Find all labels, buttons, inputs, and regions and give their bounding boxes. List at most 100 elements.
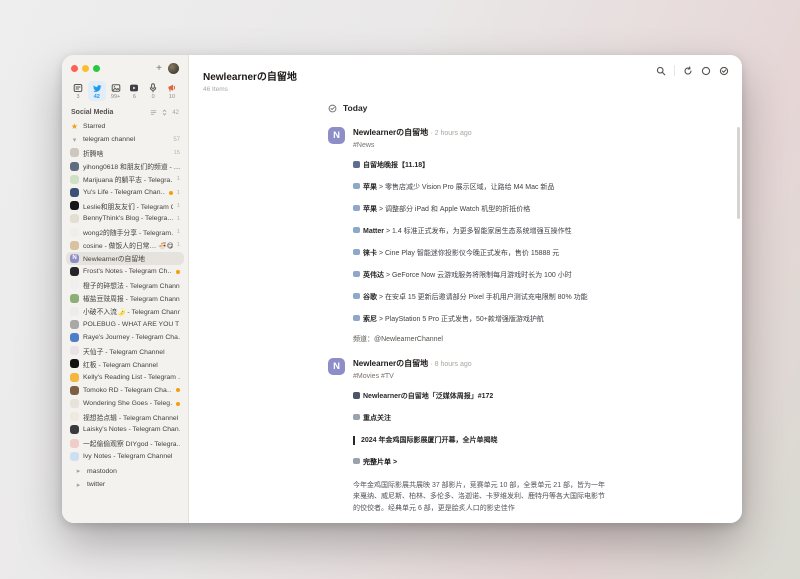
line-heading: 重点关注 bbox=[363, 415, 391, 422]
category-tab-count: 99+ bbox=[111, 94, 120, 100]
channel-items: 折腾啥 15 yihong0618 和朋友们的频道 - … Marijuana … bbox=[66, 146, 184, 463]
sidebar-item-channel[interactable]: 天仙子 - Telegram Channel bbox=[66, 344, 184, 357]
scrollbar[interactable] bbox=[737, 127, 740, 219]
sidebar-item-channel[interactable]: 红板 - Telegram Channel bbox=[66, 357, 184, 370]
sidebar-group-collapsed[interactable]: ▸ mastodon bbox=[70, 465, 180, 478]
sidebar-item-channel[interactable]: Yu's Life - Telegram Chan… 1 bbox=[66, 186, 184, 199]
category-tab[interactable]: 10 bbox=[163, 81, 181, 101]
sidebar-item-channel[interactable]: wong2的随手分享 - Telegram… 1 bbox=[66, 226, 184, 239]
sidebar-item-channel[interactable]: 一起偷偷观察 DIYgod - Telegra… bbox=[66, 437, 184, 450]
sidebar-item-channel[interactable]: Marijuana 的躺平志 - Telegra… 1 bbox=[66, 173, 184, 186]
channel-label: 红板 - Telegram Channel bbox=[83, 359, 180, 369]
sidebar-item-channel[interactable]: Wondering She Goes - Teleg… bbox=[66, 397, 184, 410]
channel-label: Leslie和朋友友们 - Telegram Ch… bbox=[83, 201, 173, 211]
bullet-icon bbox=[353, 183, 360, 190]
sidebar-item-channel[interactable]: Raye's Journey - Telegram Cha… bbox=[66, 331, 184, 344]
star-icon: ★ bbox=[70, 123, 79, 131]
sidebar-titlebar: + bbox=[62, 55, 188, 76]
mark-all-read-icon[interactable] bbox=[719, 66, 729, 76]
collapsed-groups: ▸ mastodon ▸ twitter bbox=[66, 463, 184, 499]
sidebar-item-channel[interactable]: 折腾啥 15 bbox=[66, 146, 184, 159]
category-tab[interactable]: 99+ bbox=[107, 81, 125, 101]
bullet-icon bbox=[353, 414, 360, 421]
line-heading: 苹果 bbox=[363, 184, 377, 191]
feed-item-count: 46 Items bbox=[203, 86, 728, 93]
social-media-icon bbox=[92, 83, 102, 93]
post-author[interactable]: Newlearnerの自留地 bbox=[353, 359, 428, 368]
chevron-right-icon: ▸ bbox=[74, 467, 83, 475]
channel-avatar bbox=[70, 214, 79, 223]
channel-label: cosine - 做饭人的日常… 🍜😋 bbox=[83, 240, 173, 250]
sidebar-item-channel[interactable]: N Newlearnerの自留地 bbox=[66, 252, 184, 265]
sidebar-item-starred[interactable]: ★ Starred bbox=[66, 120, 184, 133]
category-tab-count: 0 bbox=[152, 94, 155, 100]
channel-avatar bbox=[70, 162, 79, 171]
sidebar-item-channel[interactable]: Frost's Notes - Telegram Ch… bbox=[66, 265, 184, 278]
line-text: > Cine Play 智能迷你投影仪今晚正式发布，售价 15888 元 bbox=[377, 250, 559, 257]
search-icon[interactable] bbox=[656, 66, 666, 76]
chevron-down-icon: ▾ bbox=[70, 136, 79, 144]
channel-avatar bbox=[70, 307, 79, 316]
videos-icon bbox=[129, 83, 139, 93]
sidebar-item-channel[interactable]: 椒盐豆豉周报 - Telegram Chann… bbox=[66, 291, 184, 304]
post-line: 自留地晚报【11.18】 bbox=[353, 161, 712, 170]
sidebar-item-channel[interactable]: yihong0618 和朋友们的频道 - … bbox=[66, 160, 184, 173]
line-heading: Matter bbox=[363, 228, 384, 235]
channel-label: Laisky's Notes - Telegram Chan… bbox=[83, 426, 180, 433]
category-tab[interactable]: 42 bbox=[88, 81, 106, 101]
sidebar-item-channel[interactable]: 小破不入流🌛 - Telegram Chann… bbox=[66, 305, 184, 318]
category-tab[interactable]: 6 bbox=[125, 81, 143, 101]
new-folder-icon[interactable] bbox=[150, 109, 157, 116]
sidebar-item-channel[interactable]: 橙子的碎想法 - Telegram Chann… bbox=[66, 278, 184, 291]
category-tab[interactable]: 3 bbox=[69, 81, 87, 101]
channel-unread-count: 1 bbox=[177, 176, 180, 182]
add-feed-button[interactable]: + bbox=[156, 64, 162, 74]
close-window-button[interactable] bbox=[71, 65, 78, 72]
sidebar-group-telegram-channel[interactable]: ▾ telegram channel 57 bbox=[66, 133, 184, 146]
post-tags[interactable]: #News bbox=[353, 142, 712, 149]
post-line: 苹果 > 调整部分 iPad 和 Apple Watch 机型的折抵价格 bbox=[353, 205, 712, 214]
sidebar-item-channel[interactable]: Ivy Notes - Telegram Channel bbox=[66, 450, 184, 463]
zoom-window-button[interactable] bbox=[93, 65, 100, 72]
post-footer-channel[interactable]: 频道：@NewlearnerChannel bbox=[353, 334, 712, 344]
sidebar-item-channel[interactable]: Laisky's Notes - Telegram Chan… bbox=[66, 423, 184, 436]
channel-avatar bbox=[70, 452, 79, 461]
refresh-icon[interactable] bbox=[683, 66, 693, 76]
post-tags[interactable]: #Movies #TV bbox=[353, 373, 712, 380]
sidebar-item-channel[interactable]: BennyThink's Blog - Telegra… 1 bbox=[66, 212, 184, 225]
line-text: > 调整部分 iPad 和 Apple Watch 机型的折抵价格 bbox=[377, 206, 530, 213]
group-unread-count: 57 bbox=[173, 137, 180, 143]
feed-post[interactable]: N Newlearnerの自留地 8 hours ago #Movies #TV… bbox=[328, 358, 712, 523]
unread-filter-icon[interactable] bbox=[701, 66, 711, 76]
channel-avatar bbox=[70, 175, 79, 184]
sidebar-item-channel[interactable]: 视想拾点辑 - Telegram Channel bbox=[66, 410, 184, 423]
sidebar-item-channel[interactable]: Leslie和朋友友们 - Telegram Ch… 1 bbox=[66, 199, 184, 212]
user-avatar[interactable] bbox=[168, 63, 179, 74]
toolbar-divider bbox=[674, 65, 675, 76]
line-heading: 2024 年金鸡国际影展厦门开幕，全片单揭晓 bbox=[361, 437, 498, 444]
collapse-all-icon[interactable] bbox=[161, 109, 168, 116]
post-line: 完整片单 > bbox=[353, 458, 712, 467]
minimize-window-button[interactable] bbox=[82, 65, 89, 72]
channel-unread-count: 1 bbox=[177, 190, 180, 196]
sidebar-item-channel[interactable]: Tomoko RD - Telegram Cha… bbox=[66, 384, 184, 397]
channel-avatar bbox=[70, 333, 79, 342]
channel-unread-count: 1 bbox=[177, 242, 180, 248]
line-link[interactable]: 完整片单 > bbox=[363, 459, 397, 466]
sidebar-group-collapsed[interactable]: ▸ twitter bbox=[70, 478, 180, 491]
check-circle-icon[interactable] bbox=[328, 104, 337, 113]
channel-label: Raye's Journey - Telegram Cha… bbox=[83, 334, 180, 341]
channel-unread-count: 1 bbox=[177, 203, 180, 209]
sidebar-item-channel[interactable]: Kelly's Reading List - Telegram … bbox=[66, 371, 184, 384]
sidebar-item-channel[interactable]: POLEBUG - WHAT ARE YOU T… bbox=[66, 318, 184, 331]
feed-post[interactable]: N Newlearnerの自留地 2 hours ago #News 自留地晚报… bbox=[328, 127, 712, 344]
post-avatar: N bbox=[328, 127, 345, 144]
channel-label: 视想拾点辑 - Telegram Channel bbox=[83, 412, 180, 422]
feed-scroll-area[interactable]: Today N Newlearnerの自留地 2 hours ago #News bbox=[189, 95, 742, 523]
notifications-icon bbox=[167, 83, 177, 93]
category-tab[interactable]: 0 bbox=[144, 81, 162, 101]
line-heading: Newlearnerの自留地「泛媒体周报」#172 bbox=[363, 393, 493, 400]
post-author[interactable]: Newlearnerの自留地 bbox=[353, 128, 428, 137]
sidebar-item-channel[interactable]: cosine - 做饭人的日常… 🍜😋 1 bbox=[66, 239, 184, 252]
unread-dot bbox=[176, 402, 180, 406]
